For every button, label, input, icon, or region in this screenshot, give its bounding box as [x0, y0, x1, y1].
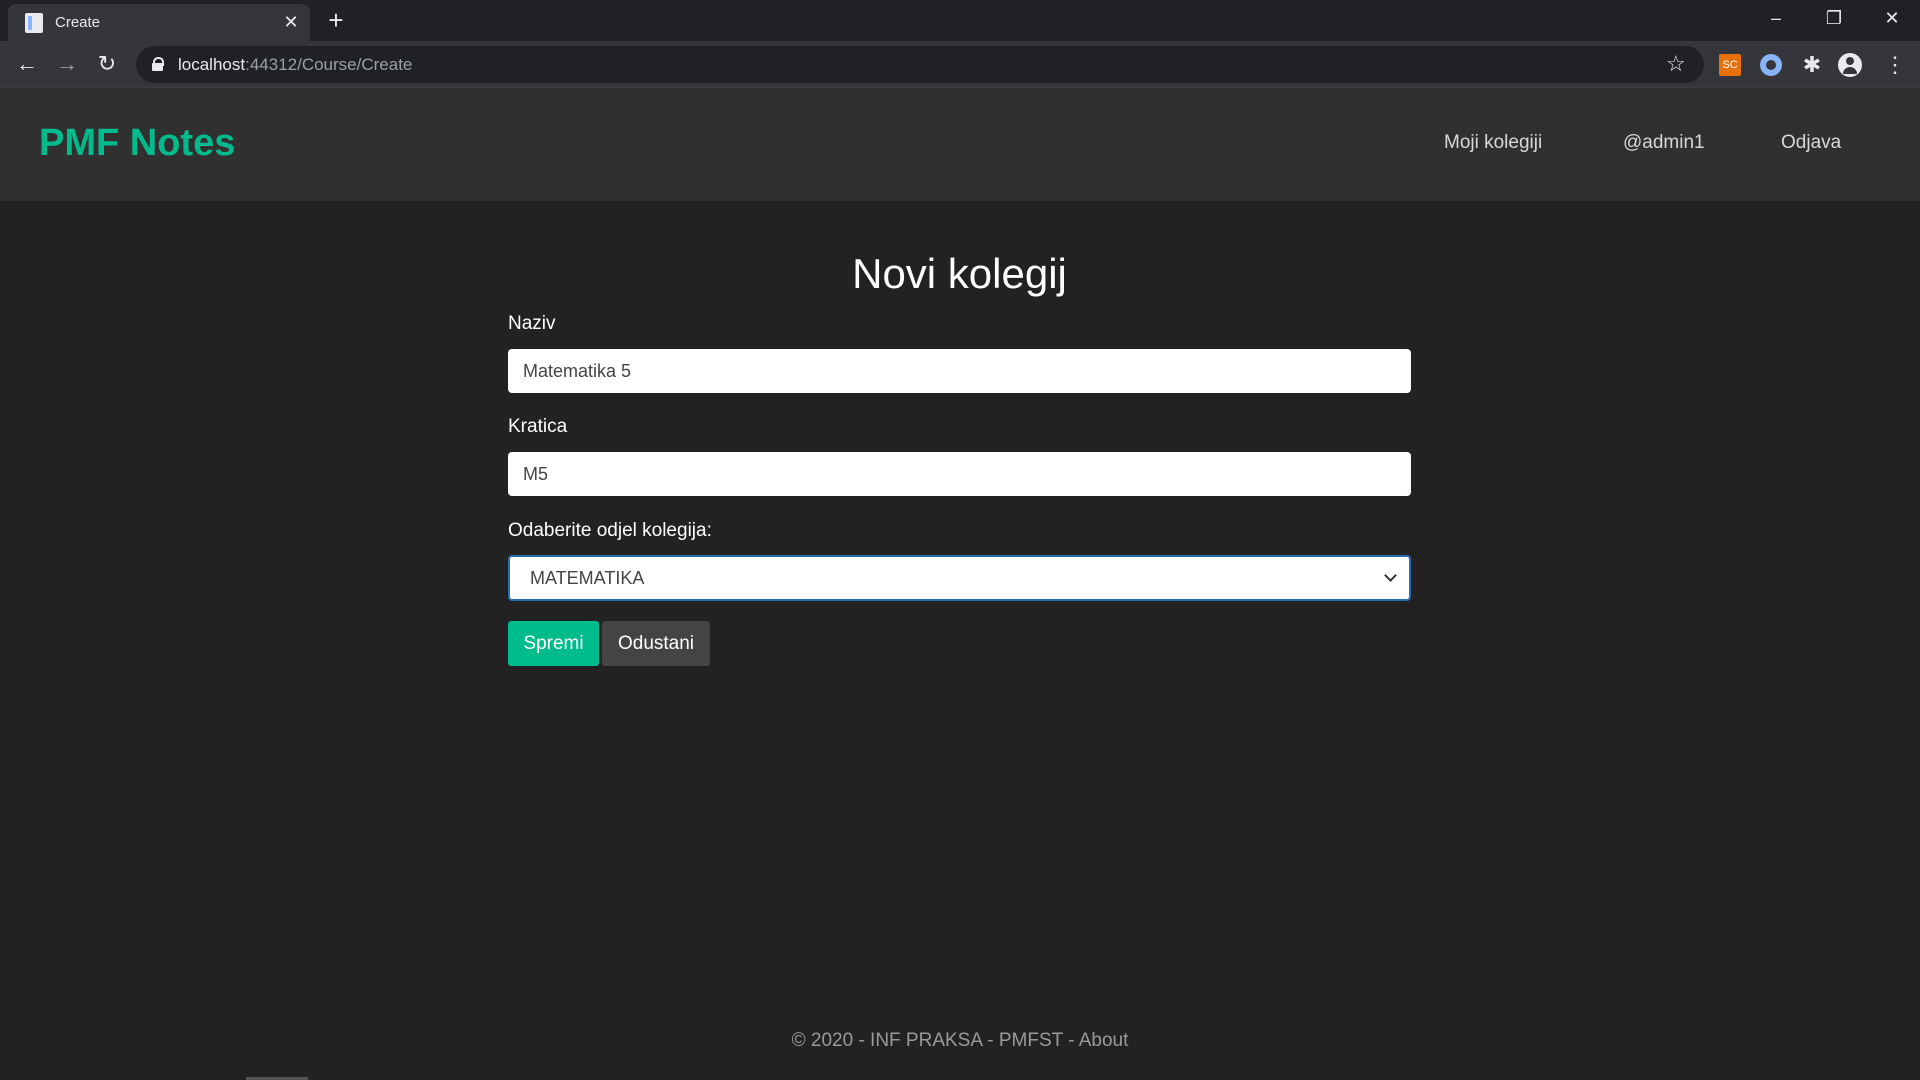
site-navbar: PMF Notes Moji kolegiji @admin1 Odjava — [0, 88, 1920, 201]
nav-link-user[interactable]: @admin1 — [1623, 132, 1705, 154]
url-path: :44312/Course/Create — [245, 55, 413, 74]
star-icon[interactable]: ☆ — [1666, 52, 1686, 76]
odjel-select[interactable]: MATEMATIKA — [508, 555, 1411, 601]
puzzle-icon[interactable]: ✱ — [1798, 52, 1826, 80]
page-icon — [25, 13, 43, 33]
odjel-selected-value: MATEMATIKA — [530, 568, 645, 588]
browser-tab[interactable]: Create ✕ — [8, 4, 310, 41]
footer-text: © 2020 - INF PRAKSA - PMFST - — [791, 1030, 1079, 1051]
odjel-label: Odaberite odjel kolegija: — [508, 520, 712, 541]
tab-title: Create — [55, 14, 101, 31]
brand-logo[interactable]: PMF Notes — [39, 122, 235, 165]
address-bar[interactable]: localhost:44312/Course/Create ☆ — [136, 46, 1704, 83]
naziv-label: Naziv — [508, 313, 556, 334]
url-text[interactable]: localhost:44312/Course/Create — [178, 55, 412, 75]
forward-icon[interactable]: → — [50, 47, 84, 81]
profile-icon[interactable] — [1838, 53, 1862, 77]
browser-tabstrip: Create ✕ + – ❐ ✕ — [0, 0, 1920, 41]
extension-circle-icon[interactable] — [1760, 54, 1782, 76]
chevron-down-icon — [1384, 569, 1397, 582]
about-link[interactable]: About — [1079, 1030, 1129, 1051]
browser-toolbar: ← → ↻ localhost:44312/Course/Create ☆ SC… — [0, 41, 1920, 88]
save-button[interactable]: Spremi — [508, 621, 599, 666]
extension-sc-icon[interactable]: SC — [1719, 54, 1741, 76]
restore-icon[interactable]: ❐ — [1806, 0, 1862, 36]
footer: © 2020 - INF PRAKSA - PMFST - About — [0, 1030, 1920, 1052]
back-icon[interactable]: ← — [10, 47, 44, 81]
menu-icon[interactable]: ⋮ — [1884, 52, 1906, 80]
kratica-input[interactable] — [508, 452, 1411, 496]
naziv-input[interactable] — [508, 349, 1411, 393]
window-close-icon[interactable]: ✕ — [1864, 0, 1920, 36]
nav-link-logout[interactable]: Odjava — [1781, 132, 1841, 154]
nav-link-my-courses[interactable]: Moji kolegiji — [1444, 132, 1542, 154]
url-host: localhost — [178, 55, 246, 74]
close-icon[interactable]: ✕ — [280, 11, 302, 33]
page-title: Novi kolegij — [852, 250, 1067, 297]
kratica-label: Kratica — [508, 416, 568, 437]
new-tab-button[interactable]: + — [322, 6, 350, 34]
minimize-icon[interactable]: – — [1748, 0, 1804, 36]
reload-icon[interactable]: ↻ — [90, 47, 124, 81]
cancel-button[interactable]: Odustani — [602, 621, 710, 666]
lock-icon[interactable] — [152, 57, 164, 71]
